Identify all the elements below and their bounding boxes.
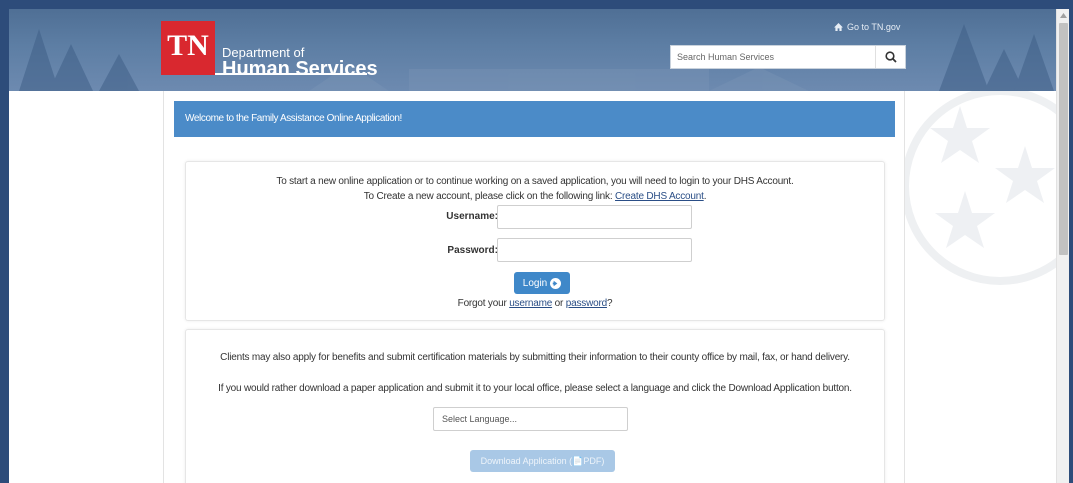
password-label: Password:: [447, 245, 498, 256]
header-banner: TN Department of Human Services Go to TN…: [9, 9, 1056, 91]
paper-info-line2: If you would rather download a paper app…: [218, 383, 852, 394]
scroll-thumb[interactable]: [1059, 23, 1068, 255]
forgot-password-link[interactable]: password: [566, 298, 607, 309]
logo-red-bar: [161, 71, 215, 75]
forgot-username-link[interactable]: username: [509, 298, 552, 309]
arrow-circle-right-icon: [550, 277, 562, 289]
main-content: Welcome to the Family Assistance Online …: [163, 91, 905, 483]
forgot-suffix: ?: [606, 298, 613, 309]
scroll-up-arrow[interactable]: [1057, 9, 1069, 21]
caret-up-icon: [1059, 12, 1067, 18]
tn-logo-box: TN: [161, 21, 215, 71]
welcome-banner: Welcome to the Family Assistance Online …: [174, 101, 895, 137]
tri-star-watermark: [905, 91, 1056, 285]
create-dhs-account-link[interactable]: Create DHS Account: [615, 191, 704, 202]
goto-tn-gov-label: Go to TN.gov: [847, 22, 901, 32]
search-input[interactable]: [671, 46, 875, 68]
username-field[interactable]: [497, 205, 692, 229]
login-button[interactable]: Login: [514, 272, 570, 294]
search-bar: [670, 45, 906, 69]
home-icon: [834, 23, 843, 31]
login-intro-line2: To Create a new account, please click on…: [186, 191, 884, 202]
login-card: To start a new online application or to …: [185, 161, 885, 321]
paper-info-line1: Clients may also apply for benefits and …: [220, 352, 850, 363]
language-select[interactable]: Select Language...: [433, 407, 628, 431]
login-button-label: Login: [522, 277, 548, 289]
dept-name: Human Services: [222, 58, 378, 80]
paper-application-card: Clients may also apply for benefits and …: [185, 329, 885, 483]
create-account-prefix: To Create a new account, please click on…: [363, 191, 613, 202]
search-icon: [884, 51, 897, 63]
login-intro-line1: To start a new online application or to …: [276, 176, 794, 187]
password-field[interactable]: [497, 238, 692, 262]
username-label: Username:: [446, 211, 498, 222]
search-button[interactable]: [875, 46, 905, 68]
forgot-prefix: Forgot your: [457, 298, 507, 309]
forgot-or: or: [554, 298, 564, 309]
browser-frame: TN Department of Human Services Go to TN…: [0, 0, 1073, 483]
create-account-suffix: .: [703, 191, 707, 202]
goto-tn-gov-link[interactable]: Go to TN.gov: [834, 22, 900, 32]
forgot-credentials-text: Forgot your username or password?: [186, 298, 884, 309]
vertical-scrollbar[interactable]: [1056, 9, 1069, 483]
download-application-button[interactable]: Download Application (📄PDF): [470, 450, 615, 472]
